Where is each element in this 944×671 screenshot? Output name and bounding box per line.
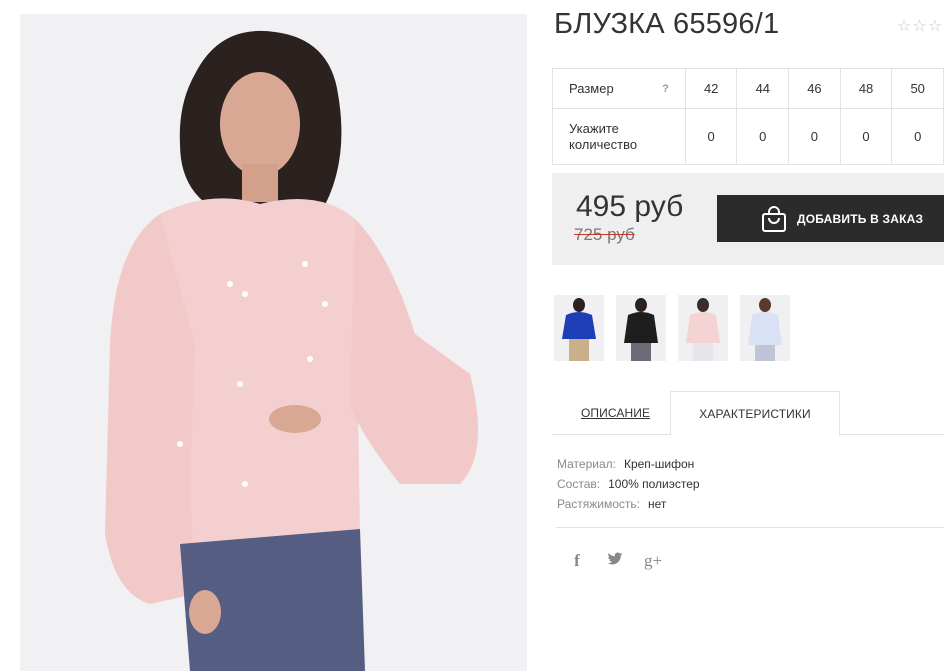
quantity-input-46[interactable]: 0 <box>788 108 841 165</box>
divider <box>556 527 944 528</box>
size-50: 50 <box>891 68 944 109</box>
characteristic-material: Материал: Креп-шифон <box>557 457 695 471</box>
quantity-label: Укажите количество <box>552 108 686 165</box>
current-price: 495 руб <box>576 190 684 223</box>
quantity-input-50[interactable]: 0 <box>891 108 944 165</box>
add-to-order-button[interactable]: ДОБАВИТЬ В ЗАКАЗ <box>717 195 944 242</box>
quantity-row: Укажите количество 0 0 0 0 0 <box>552 108 944 165</box>
size-label: Размер <box>569 80 614 96</box>
product-title: БЛУЗКА 65596/1 <box>554 8 780 40</box>
size-46: 46 <box>788 68 841 109</box>
thumbnail-black[interactable] <box>616 295 666 361</box>
quantity-input-48[interactable]: 0 <box>839 108 893 165</box>
size-header-cell: Размер ? <box>552 68 686 109</box>
thumbnail-light-blue[interactable] <box>740 295 790 361</box>
size-42: 42 <box>684 68 738 109</box>
size-44: 44 <box>736 68 790 109</box>
main-product-photo[interactable] <box>20 14 527 671</box>
shopping-bag-icon <box>762 206 786 232</box>
price-box: 495 руб 725 руб ДОБАВИТЬ В ЗАКАЗ <box>552 173 944 265</box>
color-thumbnails <box>554 295 790 361</box>
size-row: Размер ? 42 44 46 48 50 <box>552 68 944 109</box>
characteristic-composition: Состав: 100% полиэстер <box>557 477 700 491</box>
thumbnail-blue[interactable] <box>554 295 604 361</box>
quantity-input-42[interactable]: 0 <box>684 108 738 165</box>
quantity-input-44[interactable]: 0 <box>736 108 790 165</box>
help-icon[interactable]: ? <box>662 81 669 97</box>
rating-stars[interactable]: ☆☆☆☆☆ <box>897 16 944 36</box>
google-plus-icon[interactable]: g+ <box>643 551 663 571</box>
thumbnail-pink[interactable] <box>678 295 728 361</box>
characteristic-stretch: Растяжимость: нет <box>557 497 667 511</box>
characteristics-list: Материал: Креп-шифон Состав: 100% полиэсте… <box>557 454 700 514</box>
tab-description[interactable]: ОПИСАНИЕ <box>581 406 650 420</box>
old-price: 725 руб <box>574 225 635 244</box>
size-48: 48 <box>839 68 893 109</box>
social-share: f g+ <box>567 551 663 571</box>
tab-characteristics[interactable]: ХАРАКТЕРИСТИКИ <box>670 391 840 436</box>
facebook-icon[interactable]: f <box>567 551 587 571</box>
add-to-order-label: ДОБАВИТЬ В ЗАКАЗ <box>797 211 924 226</box>
size-quantity-table: Размер ? 42 44 46 48 50 Укажите количест… <box>552 68 944 165</box>
twitter-icon[interactable] <box>605 552 625 571</box>
